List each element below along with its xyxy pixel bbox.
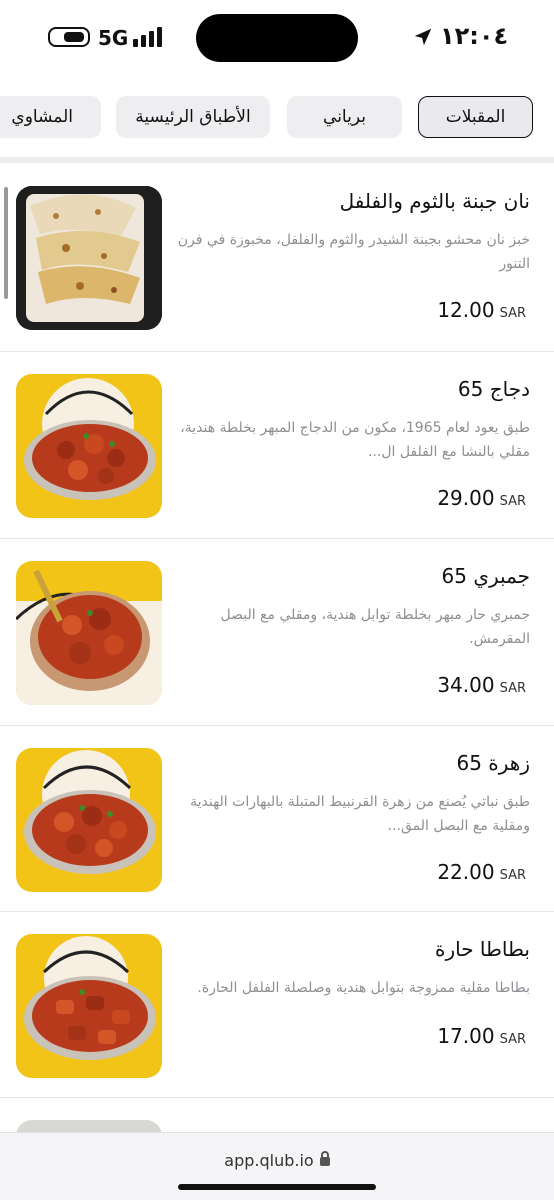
currency-label: SAR [499,494,526,509]
item-photo[interactable] [16,748,162,892]
menu-item[interactable]: زهرة 65 طبق نباتي يُصنع من زهرة القرنبيط… [0,726,554,912]
tab-label: المشاوي [11,107,73,127]
item-price: 22.00 SAR [437,860,526,884]
item-photo[interactable] [16,934,162,1078]
item-description: جمبري حار مبهر بخلطة توابل هندية، ومقلي … [220,607,530,647]
tab-grills[interactable]: المشاوي [0,96,101,138]
home-indicator[interactable] [178,1184,376,1190]
status-time: ١٢:٠٤ [440,22,509,50]
item-name: جمبري 65 [441,564,530,588]
item-photo[interactable] [16,561,162,705]
item-name: بطاطا حارة [434,937,530,961]
item-photo[interactable] [16,374,162,518]
battery-icon [48,27,90,47]
price-value: 29.00 [437,486,495,510]
status-bar: 5G ١٢:٠٤ [0,0,554,80]
item-photo[interactable] [16,186,162,330]
price-value: 22.00 [437,860,495,884]
tab-label: المقبلات [445,107,506,127]
network-label: 5G [98,26,129,50]
url-text: app.qlub.io [224,1151,314,1170]
item-name: دجاج 65 [457,377,530,401]
lock-icon [319,1151,330,1166]
tab-biryani[interactable]: برياني [287,96,402,138]
tab-main-dishes[interactable]: الأطباق الرئيسية [116,96,270,138]
tab-label: برياني [323,107,366,127]
item-text: دجاج 65 طبق يعود لعام 1965، مكون من الدج… [176,374,530,464]
menu-item[interactable]: نان جبنة بالثوم والفلفل خبز نان محشو بجب… [0,164,554,352]
menu-item[interactable]: بطاطا حارة بطاطا مقلية ممزوجة بتوابل هند… [0,912,554,1098]
item-name: نان جبنة بالثوم والفلفل [339,189,530,213]
menu-item[interactable]: جمبري 65 جمبري حار مبهر بخلطة توابل هندي… [0,539,554,726]
item-price: 29.00 SAR [437,486,526,510]
tabs-divider [0,157,554,163]
currency-label: SAR [499,868,526,883]
category-tabs: المقبلات برياني الأطباق الرئيسية المشاوي [0,96,554,140]
item-description: طبق نباتي يُصنع من زهرة القرنبيط المتبلة… [190,794,530,834]
currency-label: SAR [499,306,526,321]
item-price: 17.00 SAR [437,1024,526,1048]
currency-label: SAR [499,681,526,696]
price-value: 12.00 [437,298,495,322]
tab-appetizers[interactable]: المقبلات [418,96,533,138]
price-value: 17.00 [437,1024,495,1048]
item-description: بطاطا مقلية ممزوجة بتوابل هندية وصلصلة ا… [197,980,530,996]
dynamic-island [196,14,358,62]
menu-item[interactable]: دجاج 65 طبق يعود لعام 1965، مكون من الدج… [0,352,554,539]
item-text: زهرة 65 طبق نباتي يُصنع من زهرة القرنبيط… [176,748,530,838]
url-display[interactable]: app.qlub.io [0,1151,554,1170]
item-price: 34.00 SAR [437,673,526,697]
location-arrow-icon [414,28,432,46]
currency-label: SAR [499,1032,526,1047]
tab-label: الأطباق الرئيسية [135,107,251,127]
item-description: خبز نان محشو بجبنة الشيدر والثوم والفلفل… [177,232,530,272]
price-value: 34.00 [437,673,495,697]
item-text: جمبري 65 جمبري حار مبهر بخلطة توابل هندي… [176,561,530,651]
item-description: طبق يعود لعام 1965، مكون من الدجاج المبه… [180,420,530,460]
item-name: زهرة 65 [456,751,530,775]
item-text: نان جبنة بالثوم والفلفل خبز نان محشو بجب… [176,186,530,276]
item-text: بطاطا حارة بطاطا مقلية ممزوجة بتوابل هند… [176,934,530,1000]
item-price: 12.00 SAR [437,298,526,322]
signal-icon [133,27,163,47]
